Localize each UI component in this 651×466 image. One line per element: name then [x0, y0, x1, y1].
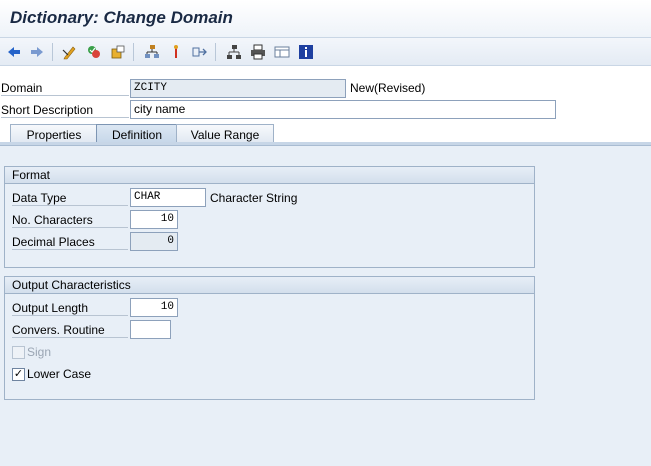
print-icon[interactable]	[248, 42, 268, 62]
window-title: Dictionary: Change Domain	[10, 8, 233, 27]
decimal-places-field[interactable]: 0	[130, 232, 178, 251]
output-characteristics-title: Output Characteristics	[5, 277, 534, 294]
format-group-title: Format	[5, 167, 534, 184]
info-icon[interactable]	[296, 42, 316, 62]
navigate-icon[interactable]	[190, 42, 210, 62]
domain-label: Domain	[1, 81, 129, 96]
tab-value-range[interactable]: Value Range	[176, 124, 274, 144]
lower-case-checkbox[interactable]: ✓	[12, 368, 25, 381]
toolbar-separator	[215, 43, 216, 61]
forward-arrow-icon[interactable]	[27, 42, 47, 62]
no-characters-label: No. Characters	[12, 213, 128, 228]
tab-properties[interactable]: Properties	[10, 124, 98, 144]
decimal-places-label: Decimal Places	[12, 235, 128, 250]
lower-case-label: Lower Case	[27, 367, 92, 381]
output-length-label: Output Length	[12, 301, 128, 316]
short-description-label: Short Description	[1, 103, 129, 118]
where-used-icon[interactable]	[142, 42, 162, 62]
toolbar-separator	[52, 43, 53, 61]
data-type-field[interactable]: CHAR	[130, 188, 206, 207]
tab-content: Format Data Type CHAR Character String N…	[0, 146, 651, 466]
convers-routine-label: Convers. Routine	[12, 323, 128, 338]
domain-field[interactable]: ZCITY	[130, 79, 346, 98]
convers-routine-field[interactable]	[130, 320, 171, 339]
toolbar-separator	[133, 43, 134, 61]
application-toolbar	[0, 38, 651, 66]
output-characteristics-group: Output Characteristics	[4, 276, 535, 400]
short-description-field[interactable]: city name	[130, 100, 556, 119]
header-area: Domain ZCITY New(Revised) Short Descript…	[0, 66, 651, 124]
title-bar: Dictionary: Change Domain	[0, 0, 651, 38]
data-type-description: Character String	[210, 191, 298, 205]
check-icon[interactable]	[84, 42, 104, 62]
object-list-icon[interactable]	[166, 42, 186, 62]
hierarchy-icon[interactable]	[224, 42, 244, 62]
back-arrow-icon[interactable]	[4, 42, 24, 62]
activate-icon[interactable]	[108, 42, 128, 62]
data-type-label: Data Type	[12, 191, 128, 206]
layout-icon[interactable]	[272, 42, 292, 62]
output-length-field[interactable]: 10	[130, 298, 178, 317]
sign-checkbox	[12, 346, 25, 359]
domain-status: New(Revised)	[350, 81, 426, 95]
sign-label: Sign	[27, 345, 52, 359]
display-change-icon[interactable]	[60, 42, 80, 62]
no-characters-field[interactable]: 10	[130, 210, 178, 229]
